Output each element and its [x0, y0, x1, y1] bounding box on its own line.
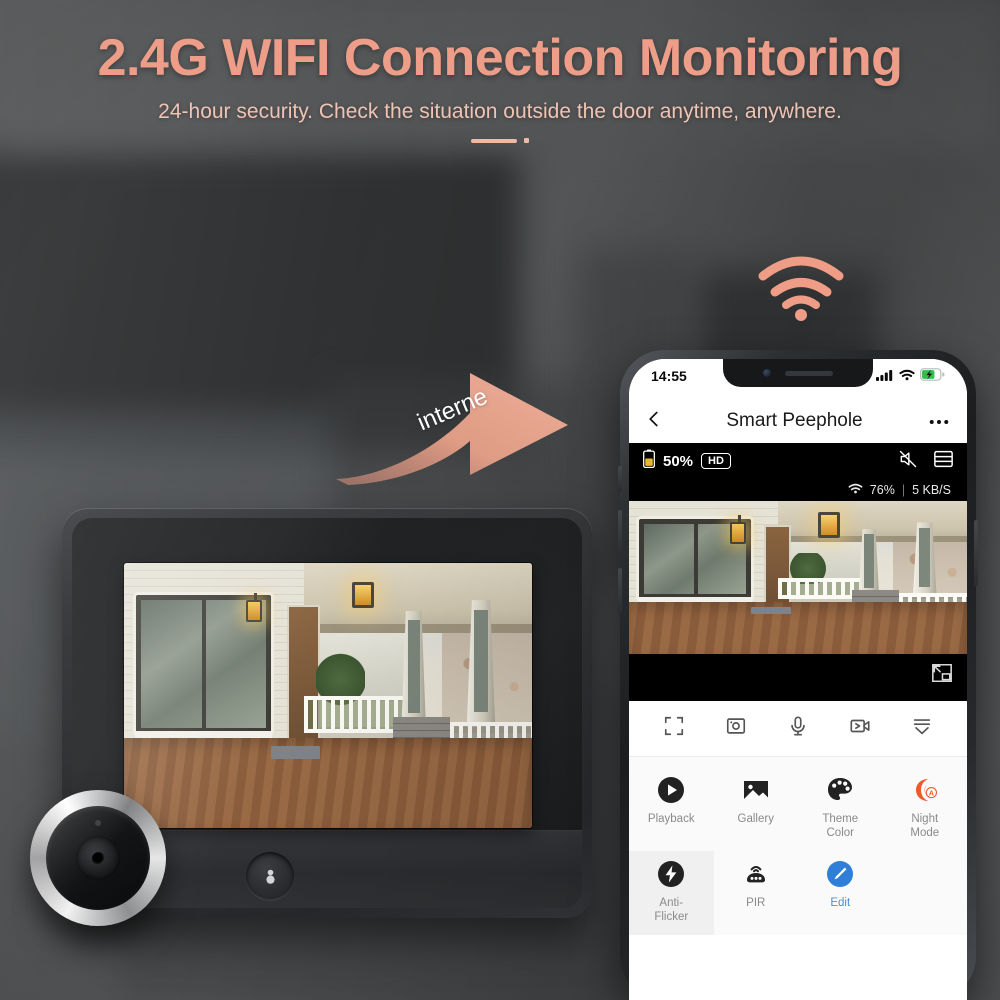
- function-anti-flicker[interactable]: Anti-Flicker: [629, 850, 714, 935]
- porch-scene: [629, 501, 967, 654]
- video-meta-row: 50% HD: [629, 443, 967, 479]
- video-meta-actions: [898, 449, 953, 474]
- divider-dot: [524, 138, 529, 143]
- video-frame: [629, 501, 967, 654]
- phone-screen: 14:55 Smart Peephole 50% HD 76% | 5 KB/S…: [629, 359, 967, 1000]
- microphone-icon[interactable]: [787, 715, 809, 742]
- function-label: Gallery: [737, 813, 774, 825]
- function-night-mode[interactable]: A Night Mode: [883, 767, 968, 851]
- camera-lens-icon: [30, 790, 166, 926]
- more-horizontal-icon[interactable]: [929, 412, 949, 430]
- motion-sensor-icon: [741, 859, 771, 889]
- phone-power-button[interactable]: [974, 520, 978, 586]
- function-grid-row: Anti-Flicker PIR Edit: [629, 850, 968, 935]
- palette-icon: [825, 775, 855, 805]
- picture-in-picture-icon[interactable]: [931, 662, 953, 689]
- speaker-muted-icon[interactable]: [898, 449, 918, 474]
- function-label: PIR: [746, 896, 766, 909]
- device-screen: [124, 563, 532, 828]
- function-label: Theme Color: [822, 813, 859, 840]
- edit-pencil-icon: [825, 859, 855, 889]
- divider-bar: [471, 138, 517, 143]
- battery-icon: [643, 449, 655, 473]
- header: 2.4G WIFI Connection Monitoring 24-hour …: [0, 0, 1000, 175]
- status-time: 14:55: [651, 368, 687, 384]
- camera-snapshot-icon[interactable]: [725, 715, 747, 742]
- battery-percent: 50%: [663, 452, 694, 470]
- flash-bolt-icon: [656, 859, 686, 889]
- function-theme-color[interactable]: Theme Color: [798, 767, 883, 851]
- function-label: Playback: [647, 813, 695, 825]
- smartphone: 14:55 Smart Peephole 50% HD 76% | 5 KB/S…: [618, 350, 978, 1000]
- stream-stats-row: 76% | 5 KB/S: [629, 479, 967, 501]
- function-label: Night Mode: [910, 813, 940, 840]
- stream-signal-percent: 76%: [869, 483, 895, 497]
- video-player[interactable]: [629, 501, 967, 701]
- earpiece-speaker: [785, 370, 833, 376]
- function-gallery[interactable]: Gallery: [714, 767, 799, 851]
- phone-volume-down-button[interactable]: [618, 568, 622, 614]
- wifi-icon: [899, 368, 915, 386]
- image-icon: [741, 775, 771, 805]
- quality-badge[interactable]: HD: [701, 453, 731, 469]
- front-camera-icon: [763, 369, 771, 377]
- status-icons: [876, 368, 945, 386]
- function-grid-row: Playback Gallery Theme Color A Night Mod…: [629, 767, 967, 851]
- chevron-left-icon[interactable]: [647, 410, 660, 433]
- app-bar-title: Smart Peephole: [726, 410, 863, 431]
- stream-speed: 5 KB/S: [912, 483, 951, 497]
- video-toolbar: [629, 701, 967, 757]
- video-record-icon[interactable]: [849, 715, 871, 742]
- function-empty-slot: [883, 851, 968, 935]
- chevron-double-down-icon[interactable]: [911, 715, 933, 742]
- page-title: 2.4G WIFI Connection Monitoring: [97, 29, 903, 87]
- function-edit[interactable]: Edit: [798, 851, 883, 935]
- porch-scene: [124, 563, 532, 828]
- function-label: Edit: [830, 896, 851, 909]
- phone-volume-up-button[interactable]: [618, 510, 622, 556]
- function-pir[interactable]: PIR: [714, 851, 799, 935]
- doorbell-person-icon[interactable]: [246, 852, 294, 900]
- battery-charging-icon: [920, 368, 945, 386]
- cellular-signal-icon: [876, 368, 894, 386]
- function-playback[interactable]: Playback: [629, 767, 714, 851]
- layers-list-icon[interactable]: [934, 450, 953, 473]
- header-divider: [0, 138, 1000, 143]
- page-subtitle: 24-hour security. Check the situation ou…: [158, 100, 842, 123]
- svg-text:A: A: [929, 790, 934, 797]
- app-bar: Smart Peephole: [629, 399, 967, 443]
- stream-separator: |: [901, 483, 906, 497]
- function-label: Anti-Flicker: [654, 896, 689, 924]
- wifi-icon: [848, 483, 863, 497]
- phone-mute-switch[interactable]: [618, 466, 622, 492]
- night-mode-icon: A: [910, 775, 940, 805]
- lens-gloss: [30, 790, 166, 926]
- status-bar: 14:55: [629, 359, 967, 399]
- wifi-signal-icon: [757, 252, 845, 322]
- function-grid: Playback Gallery Theme Color A Night Mod…: [629, 757, 967, 935]
- phone-notch: [723, 359, 873, 387]
- fullscreen-icon[interactable]: [663, 715, 685, 742]
- play-circle-icon: [656, 775, 686, 805]
